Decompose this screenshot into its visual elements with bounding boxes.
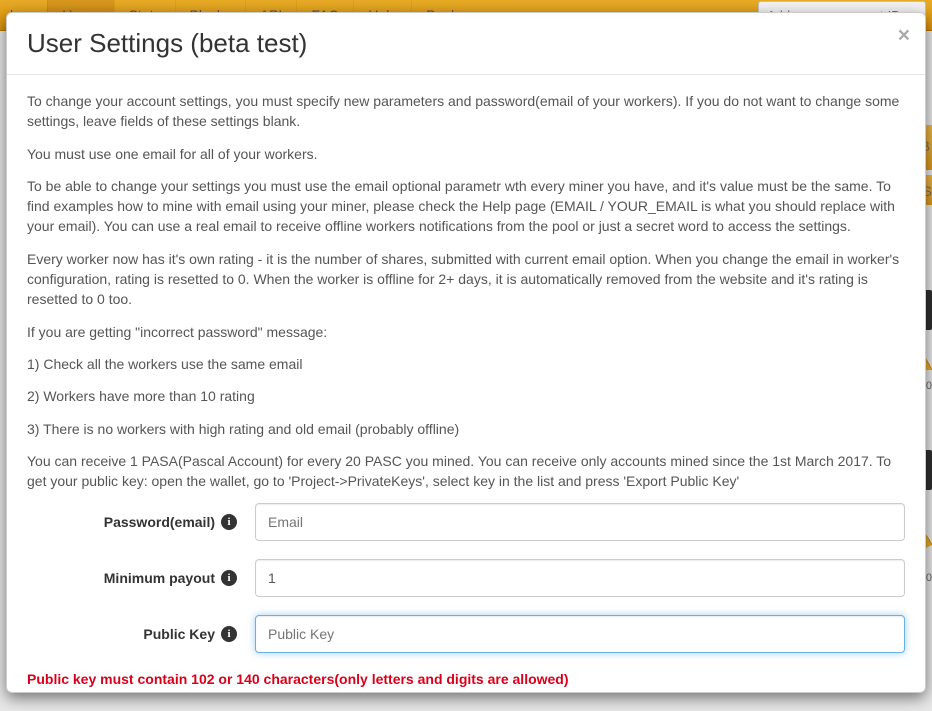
modal-header: × User Settings (beta test) [7,13,925,75]
info-paragraph: You can receive 1 PASA(Pascal Account) f… [27,451,905,492]
info-paragraph: Every worker now has it's own rating - i… [27,249,905,310]
payout-input[interactable] [255,559,905,597]
pubkey-input[interactable] [255,615,905,653]
validation-error: Public key must contain 102 or 140 chara… [27,671,905,687]
info-paragraph: You must use one email for all of your w… [27,144,905,164]
info-paragraph: To be able to change your settings you m… [27,176,905,237]
form-row-pubkey: Public Key i [27,615,905,653]
payout-label: Minimum payout i [27,570,255,586]
info-icon[interactable]: i [221,570,237,586]
form-row-payout: Minimum payout i [27,559,905,597]
info-paragraph: If you are getting "incorrect password" … [27,322,905,342]
info-paragraph: 1) Check all the workers use the same em… [27,354,905,374]
form-row-password: Password(email) i [27,503,905,541]
modal-body: To change your account settings, you mus… [7,75,925,692]
modal-title: User Settings (beta test) [27,28,905,59]
password-input[interactable] [255,503,905,541]
password-label: Password(email) i [27,514,255,530]
pubkey-label: Public Key i [27,626,255,642]
info-paragraph: To change your account settings, you mus… [27,91,905,132]
info-icon[interactable]: i [221,514,237,530]
info-paragraph: 3) There is no workers with high rating … [27,419,905,439]
close-icon[interactable]: × [898,25,910,46]
user-settings-modal: × User Settings (beta test) To change yo… [6,12,926,693]
info-paragraph: 2) Workers have more than 10 rating [27,386,905,406]
info-icon[interactable]: i [221,626,237,642]
